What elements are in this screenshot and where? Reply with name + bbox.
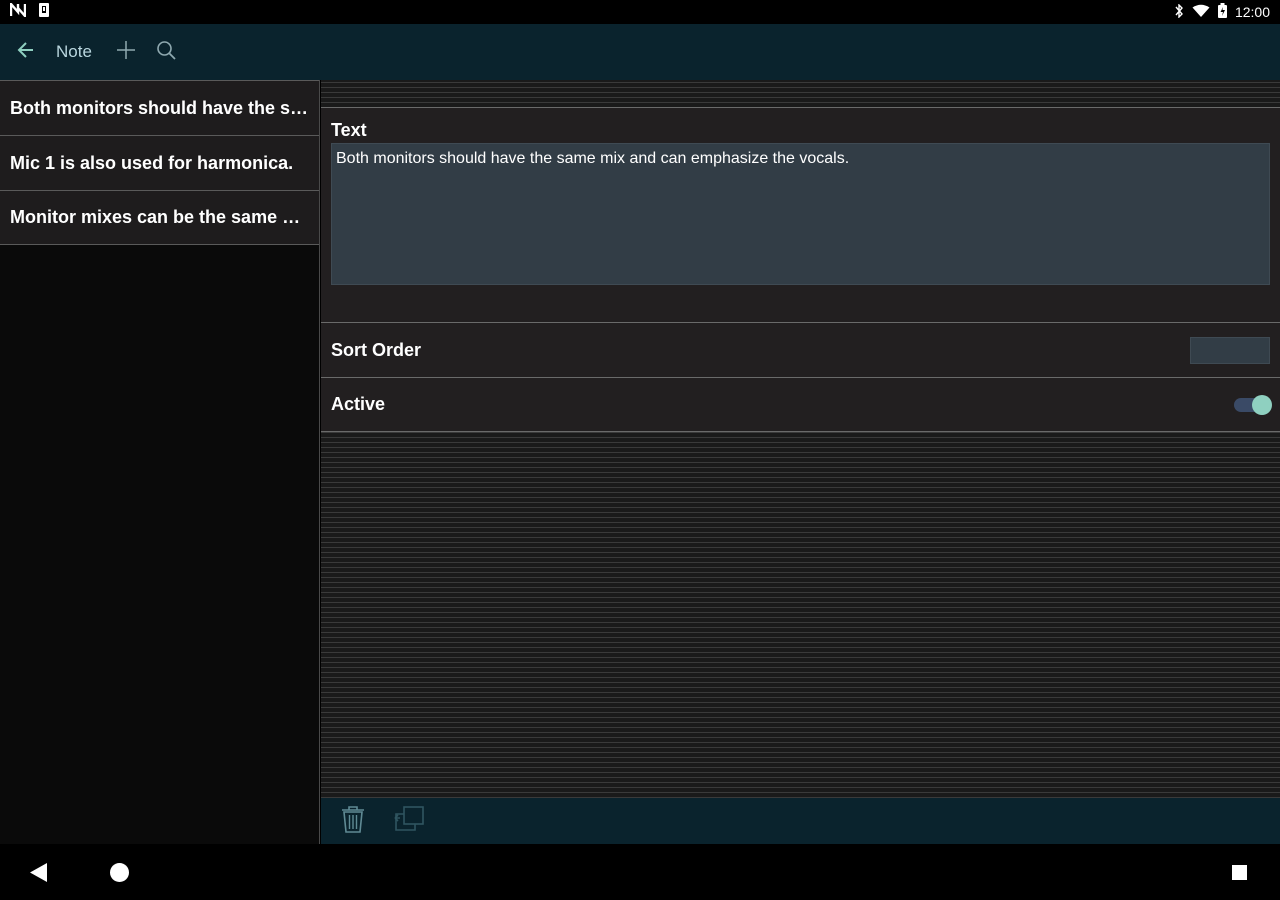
list-item-label: Mic 1 is also used for harmonica. [10,152,294,173]
sort-order-input[interactable] [1190,336,1270,364]
sim-icon [38,2,50,23]
delete-button[interactable] [339,805,367,838]
text-label: Text [331,120,367,140]
status-time: 12:00 [1234,4,1270,20]
bluetooth-icon [1174,2,1184,21]
sort-order-row: Sort Order [321,322,1280,377]
page-title: Note [56,42,92,61]
list-item[interactable]: Both monitors should have the same mix a… [0,80,319,135]
copy-button[interactable] [393,805,425,837]
text-input[interactable]: Both monitors should have the same mix a… [331,143,1270,285]
search-icon [156,40,176,65]
status-bar: 12:00 [0,0,1280,24]
search-button[interactable] [154,40,178,64]
system-nav-bar [0,844,1280,900]
text-field-block: Text Both monitors should have the same … [321,107,1280,322]
back-button[interactable] [14,40,38,64]
list-item-label: Both monitors should have the same mix a… [10,97,309,118]
plus-icon [116,40,136,65]
active-label: Active [331,394,386,414]
status-left [9,0,50,23]
n-notification-icon [9,0,27,22]
add-note-button[interactable] [114,40,138,64]
list-item-label: Monitor mixes can be the same and... [10,207,309,227]
wifi-icon [1192,4,1210,21]
app-bar: Note [0,24,1280,80]
detail-toolbar [321,798,1280,844]
nav-home-icon[interactable] [110,863,129,882]
trash-icon [341,805,365,838]
toggle-thumb [1252,394,1272,415]
nav-back-icon [30,863,48,886]
battery-icon [1217,3,1227,21]
active-row: Active [321,377,1280,432]
detail-top-stripe [321,80,1280,107]
sort-order-label: Sort Order [331,339,422,360]
nav-back-button[interactable] [30,863,48,887]
note-detail: Text Both monitors should have the same … [321,80,1280,798]
active-toggle[interactable] [1234,394,1272,415]
list-item[interactable]: Mic 1 is also used for harmonica. [0,135,319,190]
nav-recents-icon[interactable] [1232,865,1247,880]
arrow-left-icon [16,40,36,65]
list-item[interactable]: Monitor mixes can be the same and... [0,190,319,245]
copy-icon [393,805,425,837]
status-right: 12:00 [1174,2,1270,21]
notes-list: Both monitors should have the same mix a… [0,80,320,844]
